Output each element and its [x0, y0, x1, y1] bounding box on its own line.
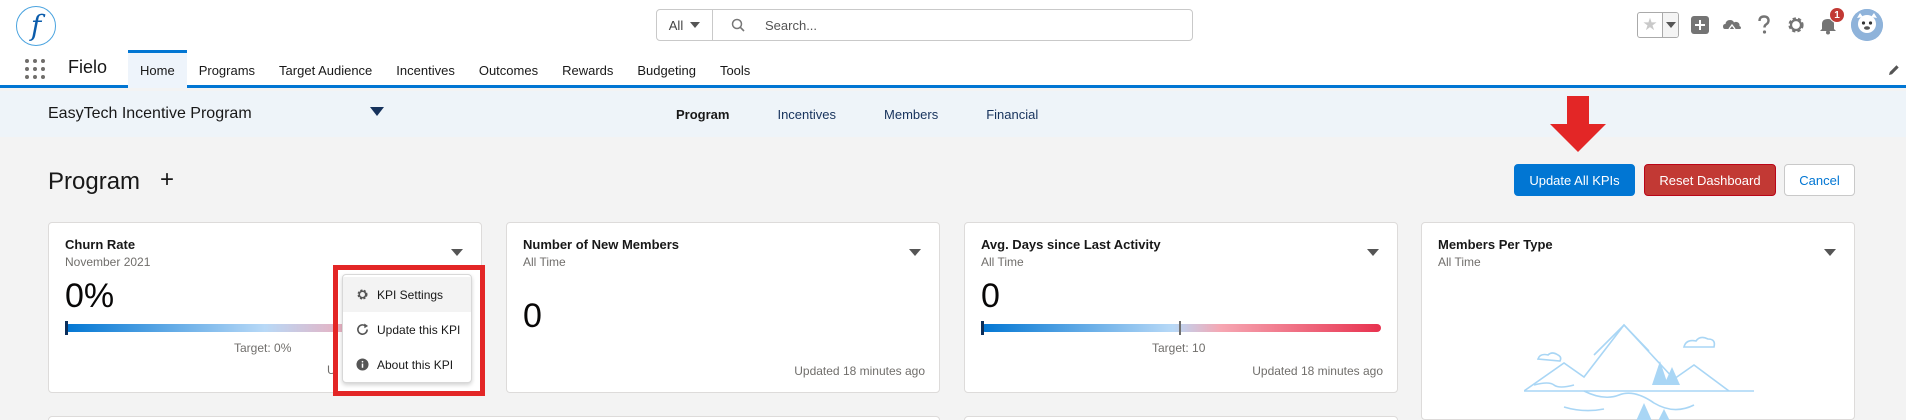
update-all-kpis-button[interactable]: Update All KPIs [1514, 164, 1635, 196]
kpi-card-members-per-type: Members Per Type All Time [1421, 222, 1855, 420]
tab-program[interactable]: Program [652, 91, 753, 137]
tab-financial[interactable]: Financial [962, 91, 1062, 137]
kpi-value: 0 [523, 297, 542, 335]
search-scope-label: All [668, 17, 684, 33]
kpi-card-avg-days-last-activity: Avg. Days since Last Activity All Time 0… [964, 222, 1398, 393]
avatar[interactable] [1851, 9, 1883, 41]
kpi-menu-chevron-icon[interactable] [1824, 249, 1836, 256]
header-tools: ★ 1 [1637, 7, 1883, 41]
trailhead-icon [1723, 20, 1741, 30]
search-icon [731, 10, 757, 40]
global-search: All [656, 9, 1193, 41]
chevron-down-icon [1665, 22, 1676, 28]
app-name: Fielo [68, 57, 108, 77]
kpi-value: 0 [981, 277, 1000, 315]
notifications-button[interactable]: 1 [1817, 7, 1845, 36]
notification-badge: 1 [1829, 7, 1845, 23]
kpi-card-new-members: Number of New Members All Time 0 Updated… [506, 222, 940, 393]
nav-tabs: Home Programs Target Audience Incentives… [128, 50, 762, 88]
fielo-logo[interactable]: f [16, 6, 56, 46]
global-header: f All ★ 1 [0, 0, 1906, 50]
nav-tab-budgeting[interactable]: Budgeting [625, 50, 708, 88]
tab-members[interactable]: Members [860, 91, 962, 137]
kpi-target: Target: 0% [234, 341, 292, 355]
pencil-icon [1889, 65, 1899, 75]
kpi-updated: Updated 18 minutes ago [1252, 364, 1383, 378]
nav-tab-target-audience[interactable]: Target Audience [267, 50, 384, 88]
gear-icon [1788, 17, 1804, 33]
search-scope-select[interactable]: All [657, 10, 713, 40]
empty-state-mountains-icon [1524, 323, 1754, 420]
kpi-menu-chevron-icon[interactable] [1367, 249, 1379, 256]
cancel-button[interactable]: Cancel [1784, 164, 1855, 196]
annotation-highlight-box [333, 265, 485, 396]
kpi-gauge [981, 324, 1381, 332]
nav-tab-incentives[interactable]: Incentives [384, 50, 467, 88]
kpi-menu-chevron-icon[interactable] [451, 249, 463, 256]
kpi-card-row2-right [964, 416, 1398, 420]
nav-tab-tools[interactable]: Tools [708, 50, 762, 88]
logo-letter: f [30, 9, 42, 42]
program-picker-chevron-icon[interactable] [370, 107, 384, 116]
nav-tab-programs[interactable]: Programs [187, 50, 267, 88]
kpi-title: Churn Rate [65, 237, 136, 252]
tab-incentives[interactable]: Incentives [753, 91, 860, 137]
gauge-target-tick [1179, 321, 1181, 335]
kpi-title: Avg. Days since Last Activity [981, 237, 1161, 252]
kpi-period: All Time [523, 255, 566, 269]
global-actions-button[interactable] [1689, 14, 1711, 36]
search-input[interactable] [757, 10, 1192, 40]
kpi-title: Members Per Type [1438, 237, 1553, 252]
nav-tab-home[interactable]: Home [128, 50, 187, 88]
kpi-target: Target: 10 [1152, 341, 1206, 355]
kpi-period: November 2021 [65, 255, 151, 269]
reset-dashboard-button[interactable]: Reset Dashboard [1644, 164, 1776, 196]
kpi-updated: Updated 18 minutes ago [794, 364, 925, 378]
dashboard-tabs: Program Incentives Members Financial [652, 91, 1062, 137]
gauge-marker [981, 321, 984, 335]
help-icon [1758, 15, 1770, 34]
help-button[interactable] [1753, 14, 1775, 36]
trailhead-button[interactable] [1721, 14, 1743, 36]
setup-button[interactable] [1785, 14, 1807, 36]
kpi-card-row2-left [48, 416, 940, 420]
user-avatar-icon [1851, 9, 1883, 41]
add-icon [1691, 16, 1709, 34]
add-kpi-button[interactable]: + [160, 168, 174, 192]
kpi-value: 0% [65, 277, 115, 315]
app-navigation: Fielo Home Programs Target Audience Ince… [0, 50, 1906, 88]
program-subheader: EasyTech Incentive Program Program Incen… [0, 91, 1906, 137]
favorites-button[interactable]: ★ [1637, 12, 1679, 38]
chevron-down-icon [690, 22, 701, 28]
gauge-marker [65, 321, 68, 335]
edit-nav-button[interactable] [1888, 64, 1900, 79]
star-icon[interactable]: ★ [1638, 13, 1662, 37]
program-picker[interactable]: EasyTech Incentive Program [48, 105, 252, 123]
favorites-menu-button[interactable] [1662, 13, 1678, 37]
kpi-title: Number of New Members [523, 237, 680, 252]
app-launcher-icon[interactable] [24, 58, 46, 80]
page-title: Program [48, 168, 141, 195]
annotation-arrow-icon [1550, 96, 1606, 152]
nav-tab-rewards[interactable]: Rewards [550, 50, 625, 88]
kpi-menu-chevron-icon[interactable] [909, 249, 921, 256]
kpi-period: All Time [1438, 255, 1481, 269]
nav-tab-outcomes[interactable]: Outcomes [467, 50, 550, 88]
kpi-period: All Time [981, 255, 1024, 269]
